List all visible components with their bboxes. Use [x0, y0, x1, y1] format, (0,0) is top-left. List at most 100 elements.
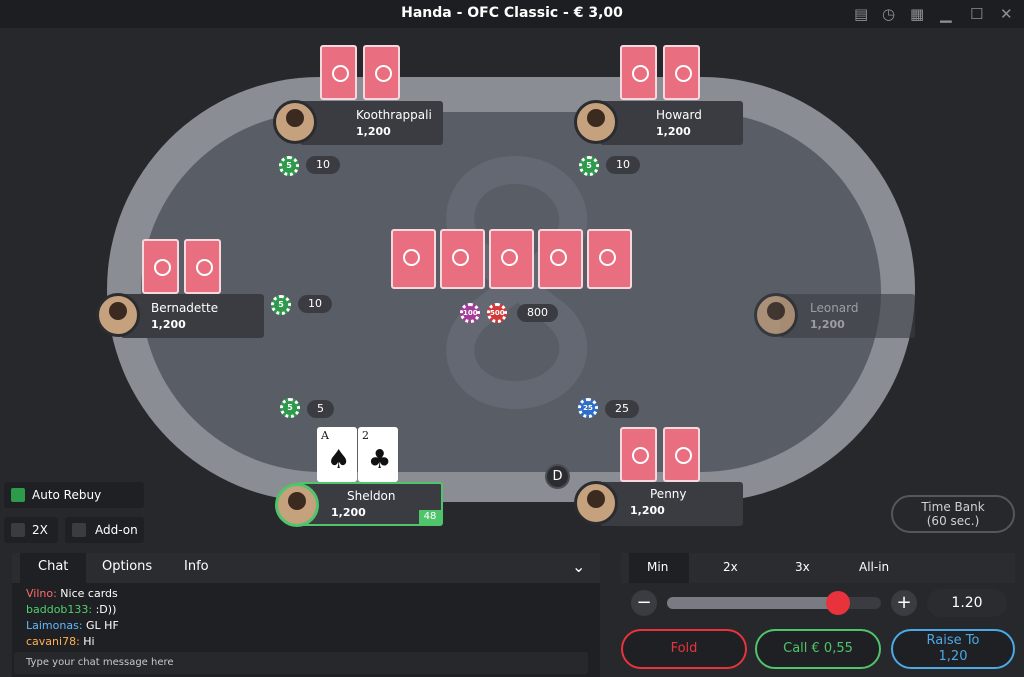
turn-timer: 48: [419, 510, 441, 524]
card-rank: A: [321, 429, 329, 442]
checkmark-icon: [11, 488, 25, 502]
chevron-down-icon[interactable]: ⌄: [572, 557, 585, 576]
fold-button[interactable]: Fold: [621, 629, 747, 669]
chat-user: Vilno:: [26, 587, 57, 600]
card-back: [663, 45, 700, 100]
tab-options[interactable]: Options: [102, 559, 152, 574]
chat-message: baddob133: :D)): [26, 603, 116, 616]
chat-text: :D)): [92, 603, 117, 616]
chat-message: Laimonas: GL HF: [26, 619, 119, 632]
time-bank-button[interactable]: Time Bank (60 sec.): [891, 495, 1015, 533]
bet-amount: 25: [605, 400, 639, 418]
bet-amount: 10: [606, 156, 640, 174]
2x-label: 2X: [32, 523, 48, 537]
player-seat-penny[interactable]: Penny 1,200: [600, 482, 743, 526]
pot-chip: 500: [487, 303, 507, 323]
card-suit: ♠: [327, 445, 351, 475]
decrease-bet-button[interactable]: −: [631, 590, 657, 616]
card-back: [142, 239, 179, 294]
tab-chat[interactable]: Chat: [38, 559, 68, 574]
raise-amount: 1,20: [938, 649, 968, 664]
community-card: [440, 229, 485, 289]
avatar[interactable]: [275, 483, 319, 527]
player-seat-leonard[interactable]: Leonard 1,200: [780, 294, 915, 338]
avatar[interactable]: [273, 100, 317, 144]
action-panel: Min 2x 3x All-in − + 1.20 Fold Call € 0,…: [621, 553, 1015, 677]
player-name: Leonard: [810, 301, 859, 315]
community-card: [538, 229, 583, 289]
card-back: [184, 239, 221, 294]
card-back: [663, 427, 700, 482]
tab-info[interactable]: Info: [184, 559, 209, 574]
bet-presets: Min 2x 3x All-in: [621, 553, 1015, 583]
maximize-icon[interactable]: ☐: [970, 5, 983, 23]
increase-bet-button[interactable]: +: [891, 590, 917, 616]
player-stack: 1,200: [356, 125, 391, 138]
player-name: Howard: [656, 108, 702, 122]
chat-user: Laimonas:: [26, 619, 83, 632]
community-card: [391, 229, 436, 289]
bet-slider-fill: [667, 597, 839, 609]
preset-min-button[interactable]: Min: [647, 560, 668, 574]
bet-chip: 5: [579, 156, 599, 176]
auto-rebuy-label: Auto Rebuy: [32, 488, 102, 502]
bet-chip: 5: [279, 156, 299, 176]
avatar[interactable]: [754, 293, 798, 337]
card-back: [320, 45, 357, 100]
player-stack: 1,200: [656, 125, 691, 138]
community-card: [489, 229, 534, 289]
bet-amount: 5: [307, 400, 334, 418]
chat-text: GL HF: [82, 619, 119, 632]
tiles-icon[interactable]: ▦: [910, 5, 924, 23]
chat-input[interactable]: Type your chat message here: [14, 652, 588, 674]
stats-icon[interactable]: ▤: [854, 5, 868, 23]
card-back: [363, 45, 400, 100]
window-title: Handa - OFC Classic - € 3,00: [401, 5, 623, 21]
preset-allin-button[interactable]: All-in: [859, 560, 889, 574]
card-back: [620, 45, 657, 100]
raise-button[interactable]: Raise To 1,20: [891, 629, 1015, 669]
pot-amount: 800: [517, 304, 558, 322]
history-clock-icon[interactable]: ◷: [882, 5, 895, 23]
bet-slider-handle[interactable]: [826, 591, 851, 615]
preset-3x-button[interactable]: 3x: [795, 560, 810, 574]
avatar[interactable]: [574, 100, 618, 144]
player-stack: 1,200: [331, 506, 366, 519]
card-back: [620, 427, 657, 482]
time-bank-label: Time Bank: [921, 500, 985, 514]
2x-checkbox[interactable]: 2X: [4, 517, 58, 543]
pot-chip: 100: [460, 303, 480, 323]
add-on-checkbox[interactable]: Add-on: [65, 517, 144, 543]
bet-amount: 10: [306, 156, 340, 174]
close-icon[interactable]: ✕: [1000, 5, 1013, 23]
chat-text: Hi: [79, 635, 95, 648]
card-suit: ♣: [368, 445, 392, 475]
chat-tabs: Chat Options Info ⌄: [12, 553, 600, 583]
player-seat-koothrappali[interactable]: Koothrappali 1,200: [300, 101, 443, 145]
chat-panel: Chat Options Info ⌄ Vilno: Nice cards ba…: [12, 553, 600, 677]
chat-text: Nice cards: [56, 587, 118, 600]
preset-2x-button[interactable]: 2x: [723, 560, 738, 574]
hole-card-ace-spades: A ♠: [317, 427, 357, 482]
bet-slider[interactable]: [667, 591, 881, 615]
call-button[interactable]: Call € 0,55: [755, 629, 881, 669]
avatar[interactable]: [96, 293, 140, 337]
bet-amount: 10: [298, 295, 332, 313]
chat-message: cavani78: Hi: [26, 635, 95, 648]
player-seat-howard[interactable]: Howard 1,200: [600, 101, 743, 145]
player-stack: 1,200: [630, 504, 665, 517]
player-name: Penny: [650, 487, 687, 501]
add-on-label: Add-on: [95, 523, 138, 537]
auto-rebuy-checkbox[interactable]: Auto Rebuy: [4, 482, 144, 508]
chat-user: cavani78:: [26, 635, 80, 648]
player-name: Sheldon: [347, 489, 396, 503]
hole-card-two-clubs: 2 ♣: [358, 427, 398, 482]
bet-chip: 5: [280, 398, 300, 418]
avatar[interactable]: [574, 481, 618, 525]
bet-amount-input[interactable]: 1.20: [927, 589, 1007, 617]
player-stack: 1,200: [810, 318, 845, 331]
bet-chip: 25: [578, 398, 598, 418]
minimize-icon[interactable]: ▁: [940, 5, 952, 23]
player-stack: 1,200: [151, 318, 186, 331]
player-seat-bernadette[interactable]: Bernadette 1,200: [121, 294, 264, 338]
